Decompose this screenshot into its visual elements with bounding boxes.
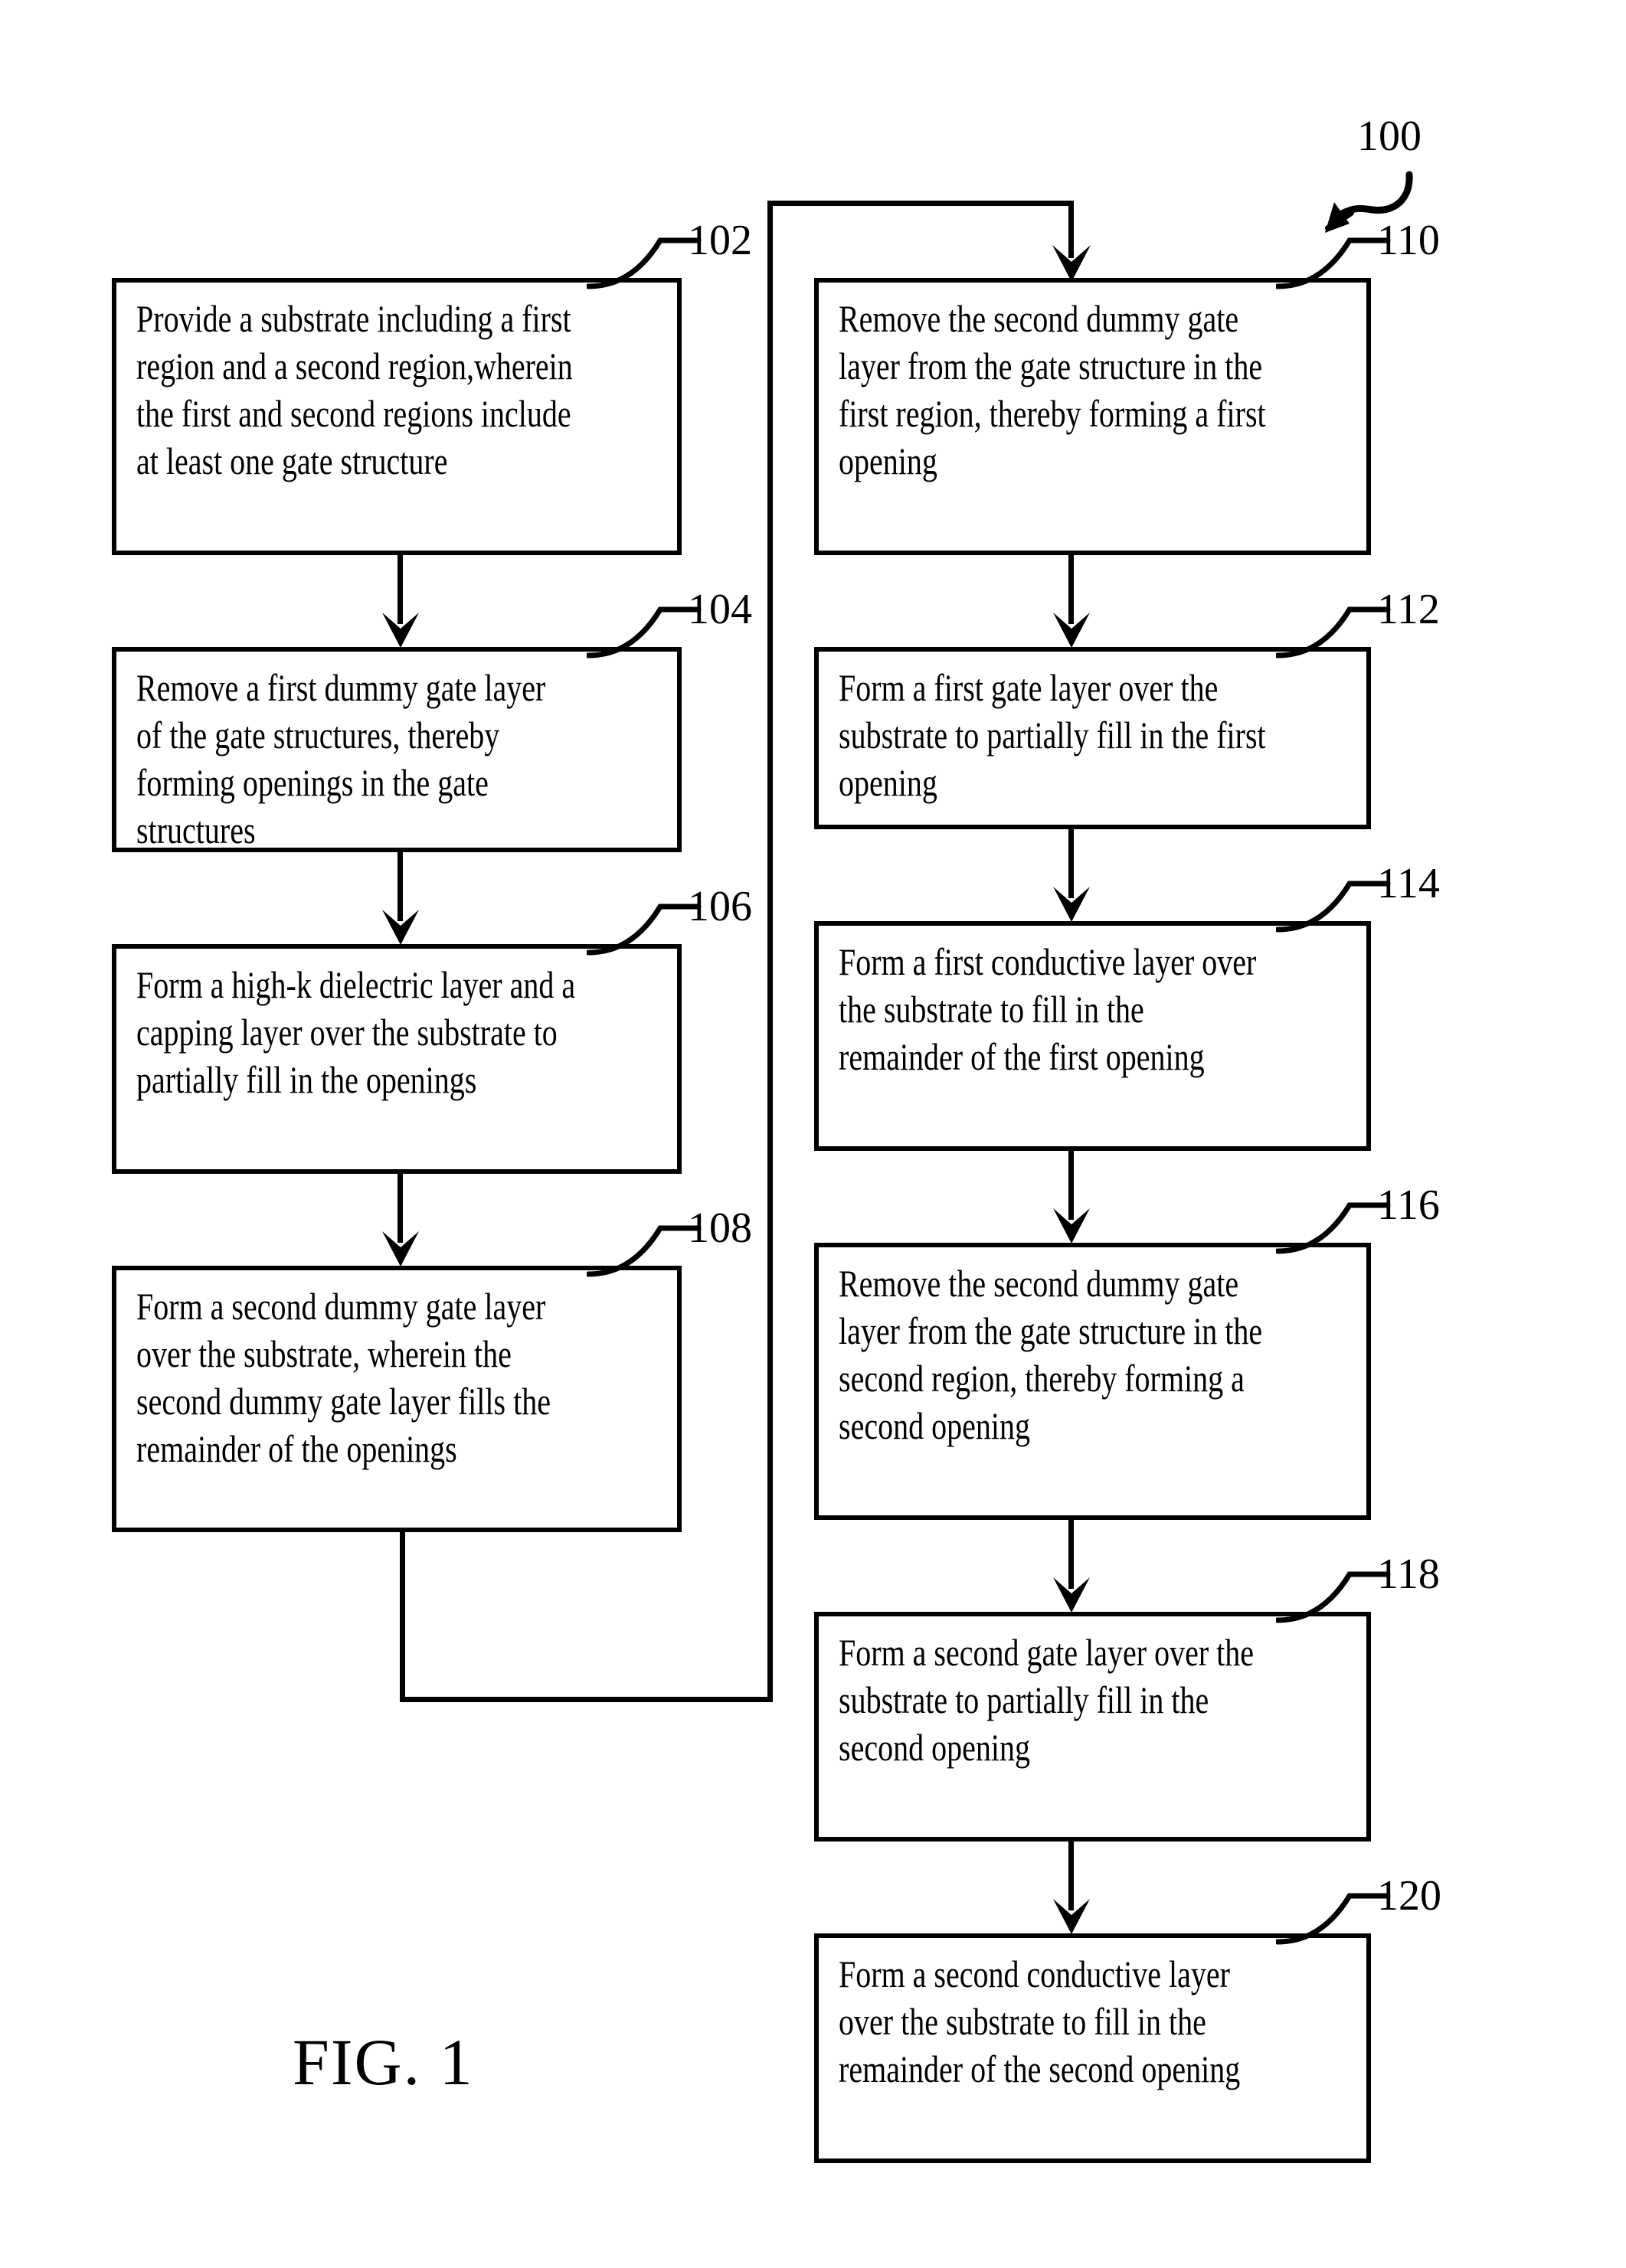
arrowhead-into-104-icon (382, 613, 419, 648)
process-box-102[interactable]: Provide a substrate including a first re… (112, 278, 682, 555)
process-box-114-text: Form a first conductive layer over the s… (839, 940, 1257, 1078)
process-box-104-text: Remove a first dummy gate layer of the g… (136, 666, 546, 851)
process-box-114[interactable]: Form a first conductive layer over the s… (814, 921, 1371, 1151)
arrowhead-into-108-icon (382, 1231, 419, 1266)
connector-108-to-110-segment-down (400, 1530, 405, 1702)
ref-number-112: 112 (1377, 586, 1440, 633)
arrowhead-into-112-icon (1053, 613, 1090, 648)
process-box-116-text: Remove the second dummy gate layer from … (839, 1262, 1263, 1447)
ref-number-110: 110 (1377, 217, 1440, 264)
process-box-108-text: Form a second dummy gate layer over the … (136, 1285, 551, 1470)
ref-number-102: 102 (688, 217, 752, 264)
figure-caption: FIG. 1 (293, 2025, 474, 2099)
process-box-118[interactable]: Form a second gate layer over the substr… (814, 1612, 1371, 1842)
ref-number-120: 120 (1377, 1872, 1441, 1920)
flow-label-100: 100 (1357, 113, 1422, 160)
connector-108-to-110-segment-right (400, 1697, 773, 1702)
process-box-116[interactable]: Remove the second dummy gate layer from … (814, 1243, 1371, 1520)
ref-number-116: 116 (1377, 1181, 1440, 1229)
process-box-110-text: Remove the second dummy gate layer from … (839, 297, 1266, 482)
ref-number-118: 118 (1377, 1551, 1440, 1598)
ref-number-108: 108 (688, 1204, 752, 1252)
patent-figure-page: 100 Provide a substrate including a firs… (0, 0, 1626, 2268)
connector-108-to-110-segment-up (767, 201, 773, 1702)
ref-number-106: 106 (688, 883, 752, 930)
arrowhead-into-116-icon (1053, 1208, 1090, 1243)
process-box-102-text: Provide a substrate including a first re… (136, 297, 573, 482)
arrowhead-into-120-icon (1053, 1899, 1090, 1934)
ref-number-104: 104 (688, 586, 752, 633)
arrowhead-into-118-icon (1053, 1577, 1090, 1613)
process-box-118-text: Form a second gate layer over the substr… (839, 1631, 1255, 1769)
process-box-106[interactable]: Form a high-k dielectric layer and a cap… (112, 944, 682, 1174)
arrowhead-into-106-icon (382, 910, 419, 945)
process-box-120[interactable]: Form a second conductive layer over the … (814, 1933, 1371, 2163)
arrowhead-into-114-icon (1053, 887, 1090, 922)
process-box-110[interactable]: Remove the second dummy gate layer from … (814, 278, 1371, 555)
process-box-108[interactable]: Form a second dummy gate layer over the … (112, 1266, 682, 1532)
process-box-120-text: Form a second conductive layer over the … (839, 1953, 1241, 2090)
process-box-104[interactable]: Remove a first dummy gate layer of the g… (112, 647, 682, 852)
process-box-112[interactable]: Form a first gate layer over the substra… (814, 647, 1371, 829)
process-box-106-text: Form a high-k dielectric layer and a cap… (136, 963, 576, 1101)
ref-number-114: 114 (1377, 860, 1440, 907)
connector-108-to-110-segment-top (767, 201, 1074, 206)
process-box-112-text: Form a first gate layer over the substra… (839, 666, 1266, 804)
